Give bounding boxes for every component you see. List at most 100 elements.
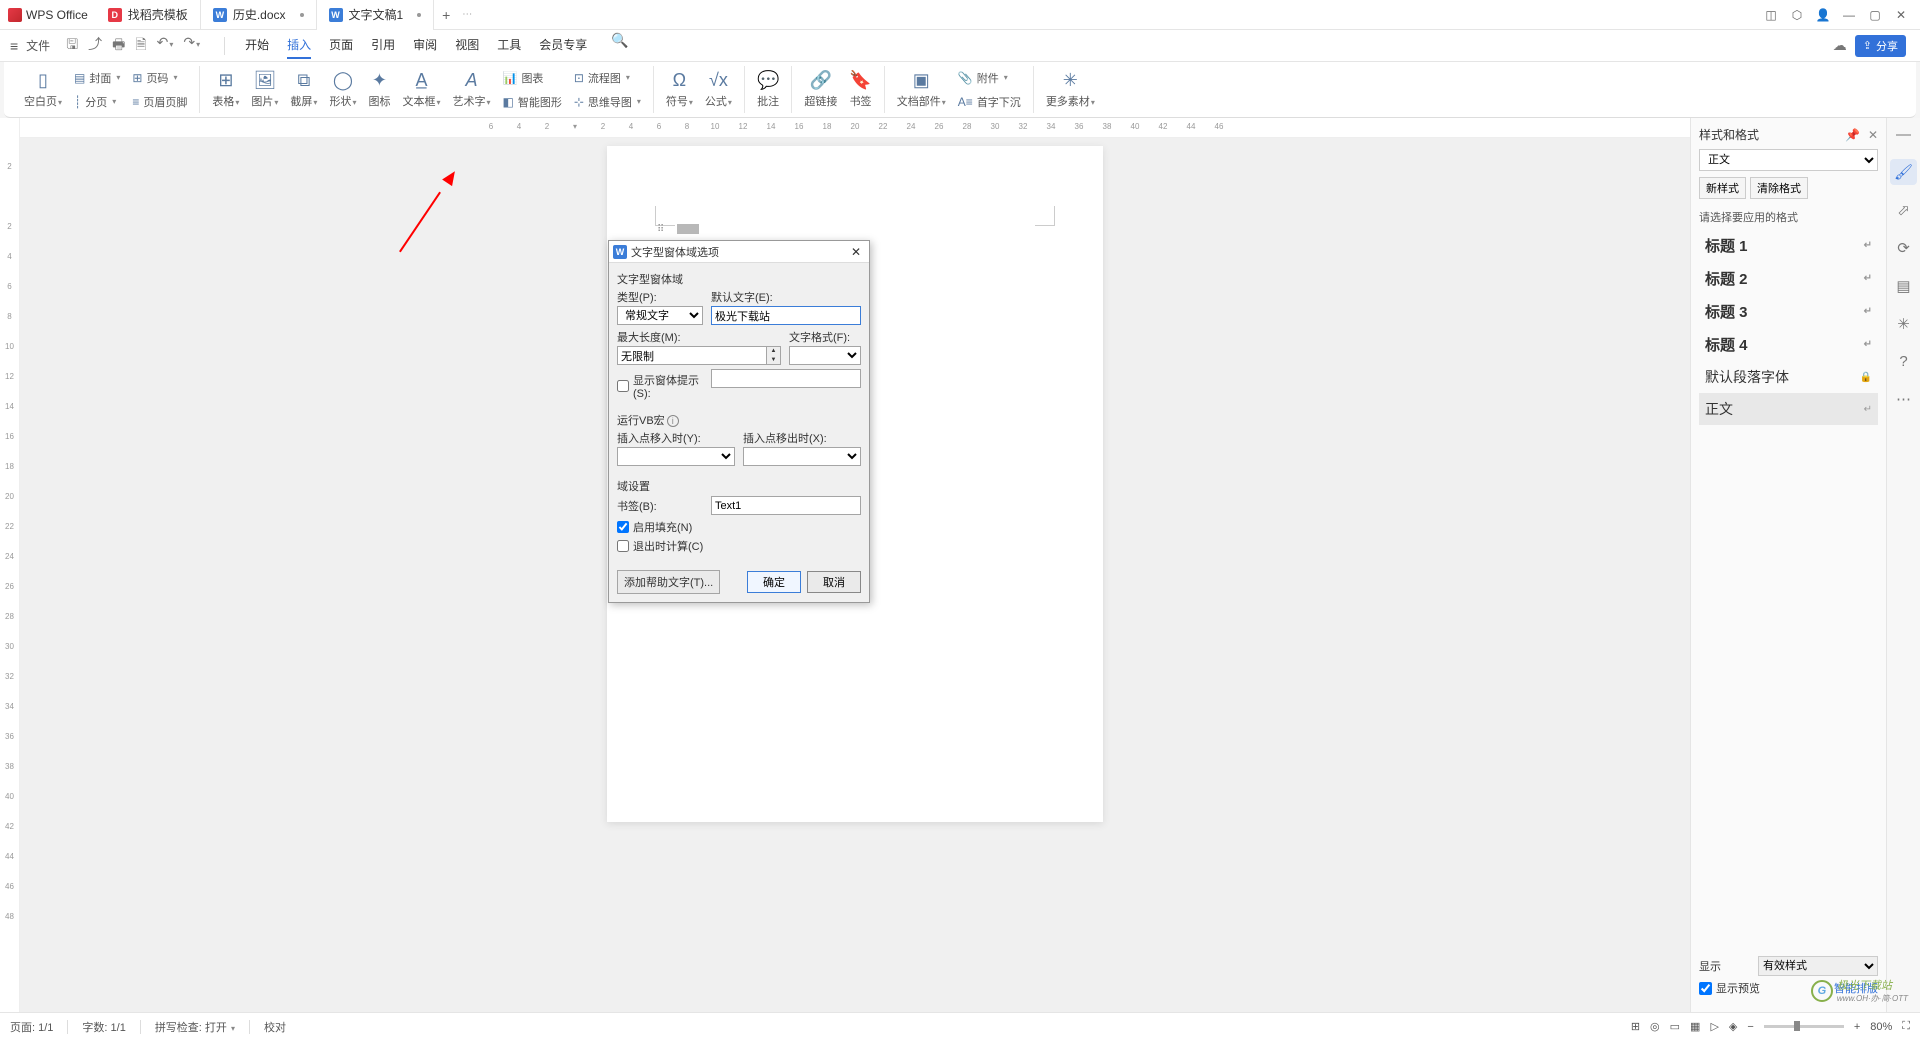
icon-button[interactable]: ✦图标 xyxy=(366,68,392,111)
pointer-icon[interactable]: ⬀ xyxy=(1893,197,1914,223)
save-icon[interactable]: 🖫 xyxy=(66,34,78,58)
preview-icon[interactable]: 🗎 xyxy=(135,34,146,58)
tab-home[interactable]: 开始 xyxy=(245,32,269,59)
enable-fill-checkbox[interactable]: 启用填充(N) xyxy=(617,519,861,535)
field-handle-icon[interactable]: ⠿ xyxy=(657,224,664,235)
multiwin-icon[interactable]: ◫ xyxy=(1760,4,1782,26)
arrange-icon[interactable]: ⊞ xyxy=(1631,1020,1640,1033)
style-default-font[interactable]: 默认段落字体🔒 xyxy=(1699,361,1878,393)
type-select[interactable]: 常规文字 xyxy=(617,306,703,325)
tooltip-input[interactable] xyxy=(711,369,861,388)
preview-checkbox[interactable]: 显示预览 xyxy=(1699,980,1760,996)
dialog-titlebar[interactable]: W文字型窗体域选项 ✕ xyxy=(609,241,869,263)
style-heading4[interactable]: 标题 4↵ xyxy=(1699,328,1878,361)
chart-button[interactable]: 📊图表 xyxy=(500,68,563,88)
help-icon[interactable]: ? xyxy=(1895,349,1911,374)
zoom-out-button[interactable]: − xyxy=(1747,1021,1753,1033)
style-heading3[interactable]: 标题 3↵ xyxy=(1699,295,1878,328)
style-body[interactable]: 正文↵ xyxy=(1699,393,1878,425)
avatar-icon[interactable]: 👤 xyxy=(1812,4,1834,26)
more-icon[interactable]: ⋯ xyxy=(1892,386,1915,412)
tooltip-checkbox[interactable]: 显示窗体提示(S): xyxy=(617,372,703,400)
pin-icon[interactable]: 📌 xyxy=(1845,128,1860,142)
show-select[interactable]: 有效样式 xyxy=(1758,956,1878,976)
print-layout-icon[interactable]: ▦ xyxy=(1690,1020,1700,1033)
dialog-close-button[interactable]: ✕ xyxy=(847,245,865,259)
maximize-button[interactable]: ▢ xyxy=(1864,4,1886,26)
file-menu[interactable]: 文件 xyxy=(26,37,50,54)
cube-icon[interactable]: ⬡ xyxy=(1786,4,1808,26)
tab-menu-icon[interactable]: ⋯ xyxy=(462,9,472,20)
proof-status[interactable]: 校对 xyxy=(264,1019,286,1035)
tab-member[interactable]: 会员专享 xyxy=(539,32,587,59)
ok-button[interactable]: 确定 xyxy=(747,571,801,593)
format-select[interactable] xyxy=(789,346,861,365)
zoom-in-button[interactable]: + xyxy=(1854,1021,1860,1033)
more-material-button[interactable]: ✳更多素材▾ xyxy=(1044,68,1097,111)
wordart-button[interactable]: A艺术字▾ xyxy=(450,68,492,111)
new-tab-button[interactable]: + xyxy=(434,3,458,27)
flowchart-button[interactable]: ⊡流程图▾ xyxy=(572,68,643,88)
table-button[interactable]: ⊞表格▾ xyxy=(210,68,241,111)
tab-tools[interactable]: 工具 xyxy=(497,32,521,59)
outline-icon[interactable]: ◈ xyxy=(1729,1020,1737,1033)
hamburger-icon[interactable]: ≡ xyxy=(6,34,22,58)
bookmark-button[interactable]: 🔖书签 xyxy=(847,68,873,111)
tab-reference[interactable]: 引用 xyxy=(371,32,395,59)
maxlen-spinner[interactable]: ▲▼ xyxy=(617,346,781,365)
hyperlink-button[interactable]: 🔗超链接 xyxy=(802,68,839,111)
zoom-slider[interactable] xyxy=(1764,1025,1844,1028)
info-icon[interactable]: i xyxy=(667,415,679,427)
settings-icon[interactable]: ✳ xyxy=(1893,311,1914,337)
tab-template[interactable]: D 找稻壳模板 xyxy=(96,0,201,30)
header-footer-button[interactable]: ≡页眉页脚 xyxy=(130,92,189,112)
cloud-icon[interactable]: ☁ xyxy=(1833,37,1847,54)
cancel-button[interactable]: 取消 xyxy=(807,571,861,593)
layers-icon[interactable]: ▤ xyxy=(1892,273,1914,299)
section-button[interactable]: ┊分页▾ xyxy=(72,92,122,112)
clear-format-button[interactable]: 清除格式 xyxy=(1750,177,1808,199)
spin-down-icon[interactable]: ▼ xyxy=(767,356,780,365)
symbol-button[interactable]: Ω符号▾ xyxy=(664,68,695,111)
pagenum-button[interactable]: ⊞页码▾ xyxy=(130,68,189,88)
focus-icon[interactable]: ◎ xyxy=(1650,1020,1660,1033)
minimize-button[interactable]: — xyxy=(1838,4,1860,26)
tab-history[interactable]: W 历史.docx xyxy=(201,0,317,30)
share-button[interactable]: ⇪ 分享 xyxy=(1855,35,1906,57)
mindmap-button[interactable]: ⊹思维导图▾ xyxy=(572,92,643,112)
tab-current[interactable]: W 文字文稿1 xyxy=(317,0,435,30)
word-count[interactable]: 字数: 1/1 xyxy=(82,1019,125,1035)
zoom-value[interactable]: 80% xyxy=(1870,1021,1892,1033)
print-icon[interactable]: 🖶 xyxy=(112,34,125,58)
attachment-button[interactable]: 📎附件▾ xyxy=(956,68,1023,88)
current-style-select[interactable]: 正文 xyxy=(1699,149,1878,171)
smartart-button[interactable]: ◧智能图形 xyxy=(500,92,563,112)
read-icon[interactable]: ▭ xyxy=(1670,1020,1680,1033)
dropcap-button[interactable]: A≡首字下沉 xyxy=(956,92,1023,112)
style-heading2[interactable]: 标题 2↵ xyxy=(1699,262,1878,295)
calc-on-exit-checkbox[interactable]: 退出时计算(C) xyxy=(617,538,861,554)
redo-icon[interactable]: ↷▾ xyxy=(183,34,200,58)
textbox-button[interactable]: A̲文本框▾ xyxy=(400,68,442,111)
close-panel-icon[interactable]: ✕ xyxy=(1868,128,1878,142)
entry-macro-select[interactable] xyxy=(617,447,735,466)
sync-icon[interactable]: ⟳ xyxy=(1893,235,1914,261)
tab-page[interactable]: 页面 xyxy=(329,32,353,59)
undo-icon[interactable]: ↶▾ xyxy=(157,34,174,58)
bookmark-input[interactable] xyxy=(711,496,861,515)
picture-button[interactable]: 🖼图片▾ xyxy=(249,68,280,111)
comment-button[interactable]: 💬批注 xyxy=(755,68,781,111)
help-text-button[interactable]: 添加帮助文字(T)... xyxy=(617,570,720,594)
collapse-icon[interactable]: — xyxy=(1892,122,1915,147)
brush-icon[interactable]: 🖌 xyxy=(1890,159,1917,185)
new-style-button[interactable]: 新样式 xyxy=(1699,177,1746,199)
blank-page-button[interactable]: ▯空白页▾ xyxy=(22,68,64,111)
cover-button[interactable]: ▤封面▾ xyxy=(72,68,122,88)
page-indicator[interactable]: 页面: 1/1 xyxy=(10,1019,53,1035)
spellcheck-status[interactable]: 拼写检查: 打开 ▾ xyxy=(155,1019,235,1035)
tab-insert[interactable]: 插入 xyxy=(287,32,311,59)
close-button[interactable]: ✕ xyxy=(1890,4,1912,26)
spin-up-icon[interactable]: ▲ xyxy=(767,347,780,356)
exit-macro-select[interactable] xyxy=(743,447,861,466)
export-icon[interactable]: ⤴ xyxy=(88,34,102,58)
